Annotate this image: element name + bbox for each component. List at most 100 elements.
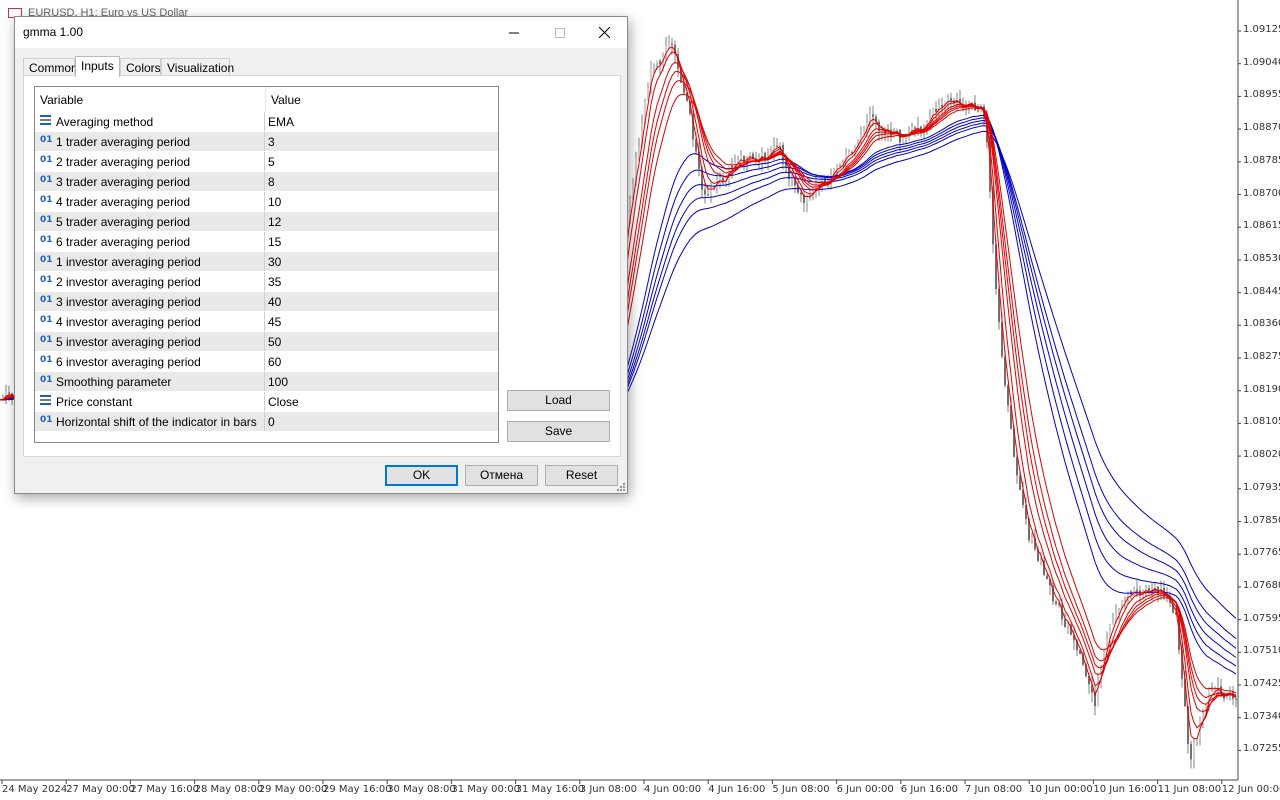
variable-value[interactable]: 50 [268, 335, 281, 349]
integer-type-icon: 01 [40, 255, 53, 265]
table-row[interactable]: 01 6 investor averaging period 60 [35, 351, 498, 371]
table-row[interactable]: 01 2 investor averaging period 35 [35, 271, 498, 291]
inputs-panel: Variable Value Averaging method EMA 01 1 tr… [23, 75, 621, 457]
price-tick-label: 1.08275 [1243, 351, 1280, 362]
variable-value[interactable]: 40 [268, 295, 281, 309]
tab-colors[interactable]: Colors [120, 58, 161, 76]
integer-type-icon: 01 [40, 195, 53, 205]
variable-name: 4 trader averaging period [56, 195, 191, 209]
dialog-title: gmma 1.00 [23, 25, 84, 39]
column-header-value[interactable]: Value [271, 93, 301, 107]
time-tick-label: 7 Jun 08:00 [965, 784, 1023, 795]
price-tick-label: 1.08785 [1243, 154, 1280, 166]
price-tick-label: 1.07680 [1243, 579, 1280, 591]
integer-type-icon: 01 [40, 155, 53, 165]
variable-value[interactable]: Close [268, 395, 299, 409]
column-header-variable[interactable]: Variable [40, 93, 83, 107]
inputs-grid: Variable Value Averaging method EMA 01 1 tr… [34, 86, 499, 443]
price-tick-label: 1.07765 [1243, 547, 1280, 559]
time-tick-label: 29 May 16:00 [323, 784, 392, 795]
tab-common[interactable]: Common [23, 58, 78, 76]
time-tick-label: 12 Jun 00:00 [1221, 784, 1280, 795]
variable-cell: Averaging method [35, 112, 265, 131]
table-row[interactable]: 01 5 investor averaging period 50 [35, 331, 498, 351]
tab-visualization[interactable]: Visualization [161, 58, 234, 76]
price-tick-label: 1.08530 [1243, 252, 1280, 264]
price-tick-label: 1.07595 [1243, 612, 1280, 624]
table-row[interactable]: 01 6 trader averaging period 15 [35, 231, 498, 251]
price-tick-label: 1.08020 [1243, 449, 1280, 461]
table-row[interactable]: 01 3 investor averaging period 40 [35, 291, 498, 311]
minimize-icon [509, 32, 519, 33]
variable-cell: 01 6 investor averaging period [35, 352, 265, 371]
grid-header: Variable Value [35, 87, 498, 111]
resize-grip-icon[interactable] [617, 483, 625, 491]
variable-cell: 01 5 investor averaging period [35, 332, 265, 351]
table-row[interactable]: 01 2 trader averaging period 5 [35, 151, 498, 171]
variable-value[interactable]: 60 [268, 355, 281, 369]
time-tick-label: 5 Jun 08:00 [772, 784, 830, 795]
cancel-button[interactable]: Отмена [465, 465, 538, 486]
table-row[interactable]: 01 1 trader averaging period 3 [35, 131, 498, 151]
integer-type-icon: 01 [40, 235, 53, 245]
variable-cell: 01 2 investor averaging period [35, 272, 265, 291]
minimize-button[interactable] [491, 17, 537, 48]
time-tick-label: 3 Jun 08:00 [579, 784, 637, 795]
variable-value[interactable]: 100 [268, 375, 288, 389]
integer-type-icon: 01 [40, 315, 53, 325]
variable-value[interactable]: 10 [268, 195, 281, 209]
variable-value[interactable]: 45 [268, 315, 281, 329]
reset-button[interactable]: Reset [545, 465, 618, 486]
variable-name: 5 investor averaging period [56, 335, 201, 349]
variable-value[interactable]: 30 [268, 255, 281, 269]
table-row[interactable]: 01 3 trader averaging period 8 [35, 171, 498, 191]
variable-value[interactable]: 15 [268, 235, 281, 249]
variable-value[interactable]: 3 [268, 135, 275, 149]
price-tick-label: 1.07510 [1243, 645, 1280, 657]
variable-value[interactable]: 35 [268, 275, 281, 289]
variable-name: Price constant [56, 395, 133, 409]
integer-type-icon: 01 [40, 135, 53, 145]
variable-cell: 01 3 trader averaging period [35, 172, 265, 191]
dialog-titlebar[interactable]: gmma 1.00 [15, 17, 627, 48]
table-row[interactable]: 01 Horizontal shift of the indicator in b… [35, 411, 498, 431]
ok-button[interactable]: OK [385, 465, 458, 486]
table-row[interactable]: Averaging method EMA [35, 111, 498, 131]
variable-value[interactable]: EMA [268, 115, 294, 129]
variable-cell: 01 3 investor averaging period [35, 292, 265, 311]
indicator-properties-dialog: gmma 1.00 Common Inputs Colors Visualiza… [14, 16, 628, 494]
table-row[interactable]: 01 4 trader averaging period 10 [35, 191, 498, 211]
price-tick-label: 1.08190 [1243, 383, 1280, 395]
variable-value[interactable]: 8 [268, 175, 275, 189]
time-tick-label: 24 May 2024 [2, 784, 68, 795]
variable-cell: 01 1 trader averaging period [35, 132, 265, 151]
variable-name: 3 investor averaging period [56, 295, 201, 309]
table-row[interactable]: 01 1 investor averaging period 30 [35, 251, 498, 271]
time-tick-label: 31 May 00:00 [451, 784, 520, 795]
variable-cell: 01 4 trader averaging period [35, 192, 265, 211]
table-row[interactable]: Price constant Close [35, 391, 498, 411]
save-button[interactable]: Save [507, 421, 610, 442]
integer-type-icon: 01 [40, 295, 53, 305]
table-row[interactable]: 01 4 investor averaging period 45 [35, 311, 498, 331]
variable-value[interactable]: 5 [268, 155, 275, 169]
time-tick-label: 4 Jun 00:00 [644, 784, 702, 795]
variable-cell: 01 5 trader averaging period [35, 212, 265, 231]
variable-value[interactable]: 12 [268, 215, 281, 229]
close-button[interactable] [581, 17, 627, 48]
variable-value[interactable]: 0 [268, 415, 275, 429]
load-button[interactable]: Load [507, 390, 610, 411]
tab-inputs[interactable]: Inputs [75, 56, 120, 77]
price-tick-label: 1.07935 [1243, 481, 1280, 493]
variable-name: 6 investor averaging period [56, 355, 201, 369]
price-tick-label: 1.07255 [1243, 743, 1280, 755]
close-icon [598, 27, 610, 38]
time-tick-label: 6 Jun 16:00 [900, 784, 958, 795]
variable-cell: 01 4 investor averaging period [35, 312, 265, 331]
table-row[interactable]: 01 5 trader averaging period 12 [35, 211, 498, 231]
variable-name: 2 investor averaging period [56, 275, 201, 289]
variable-name: 1 trader averaging period [56, 135, 191, 149]
time-tick-label: 30 May 08:00 [387, 784, 456, 795]
table-row[interactable]: 01 Smoothing parameter 100 [35, 371, 498, 391]
maximize-icon [555, 27, 565, 38]
